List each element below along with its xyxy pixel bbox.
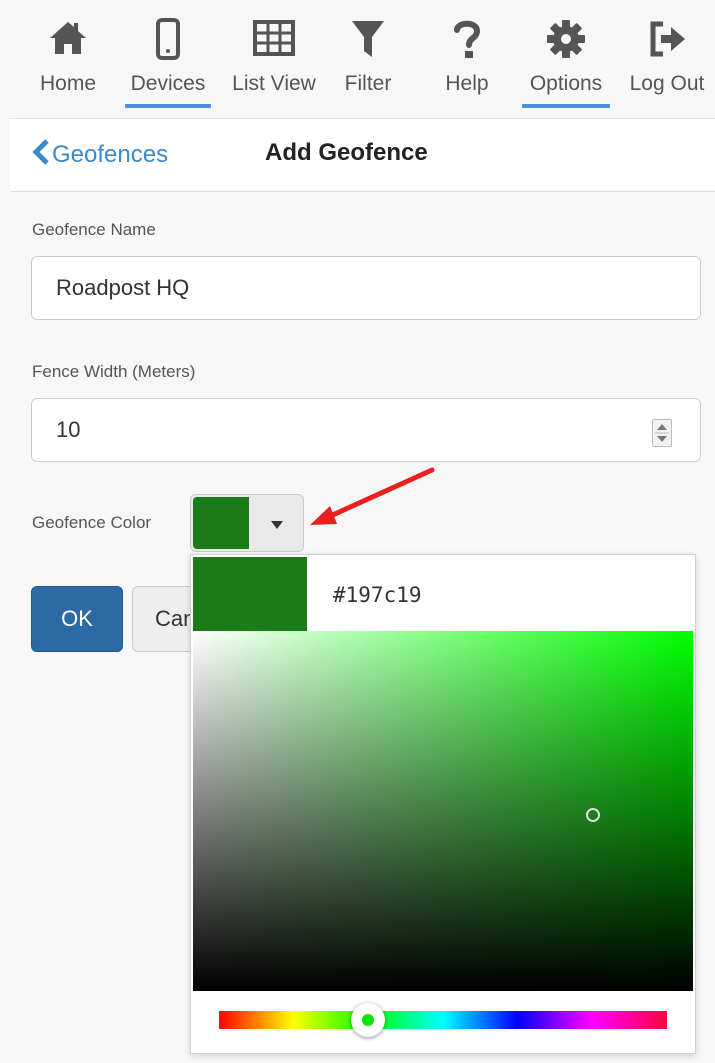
home-icon: [30, 18, 106, 64]
hex-value[interactable]: #197c19: [333, 583, 422, 607]
number-spinner[interactable]: [652, 419, 672, 447]
filter-icon: [336, 18, 400, 64]
chevron-left-icon: [32, 139, 50, 172]
fence-width-value: 10: [56, 417, 81, 442]
page-title: Add Geofence: [265, 139, 428, 166]
color-picker-popover: #197c19: [190, 554, 696, 1054]
gear-icon: [520, 18, 612, 64]
nav-log-out-label: Log Out: [629, 72, 705, 95]
nav-help[interactable]: Help: [436, 18, 498, 96]
grid-icon: [224, 18, 324, 64]
nav-devices-label: Devices: [130, 72, 206, 95]
back-link-label: Geofences: [52, 140, 169, 168]
nav-options[interactable]: Options: [520, 18, 612, 108]
caret-down-icon: [271, 521, 283, 529]
hue-slider-handle[interactable]: [351, 1003, 386, 1037]
nav-list-view-label: List View: [232, 72, 316, 95]
color-picker-toggle[interactable]: [190, 494, 304, 552]
nav-home-label: Home: [39, 72, 97, 95]
nav-list-view[interactable]: List View: [224, 18, 324, 96]
geofence-name-value: Roadpost HQ: [56, 275, 190, 300]
nav-home[interactable]: Home: [30, 18, 106, 96]
top-nav: Home Devices List View Filter Help Optio…: [0, 0, 715, 118]
nav-options-label: Options: [529, 72, 603, 95]
geofence-name-input[interactable]: Roadpost HQ: [31, 256, 701, 320]
saturation-value-area[interactable]: [193, 631, 693, 991]
nav-help-label: Help: [445, 72, 489, 95]
current-color-preview: [193, 557, 307, 631]
hue-dot: [362, 1014, 375, 1026]
hue-slider[interactable]: [219, 1003, 667, 1037]
geofence-color-label: Geofence Color: [32, 513, 152, 532]
phone-icon: [123, 18, 213, 64]
annotation-arrow: [310, 467, 435, 525]
nav-devices-active-indicator: [125, 104, 211, 108]
nav-options-active-indicator: [522, 104, 610, 108]
nav-filter[interactable]: Filter: [336, 18, 400, 96]
nav-devices[interactable]: Devices: [123, 18, 213, 108]
page-header: Geofences Add Geofence: [10, 118, 715, 192]
color-selector-handle[interactable]: [586, 807, 600, 822]
nav-log-out[interactable]: Log Out: [622, 18, 712, 96]
back-to-geofences-link[interactable]: Geofences: [32, 139, 168, 172]
fence-width-label: Fence Width (Meters): [32, 362, 196, 381]
logout-icon: [622, 18, 712, 64]
geofence-name-label: Geofence Name: [32, 220, 156, 239]
fence-width-input[interactable]: 10: [31, 398, 701, 462]
selected-color-swatch: [193, 497, 249, 549]
nav-filter-label: Filter: [344, 72, 392, 95]
question-icon: [436, 18, 498, 64]
ok-button[interactable]: OK: [31, 586, 123, 652]
